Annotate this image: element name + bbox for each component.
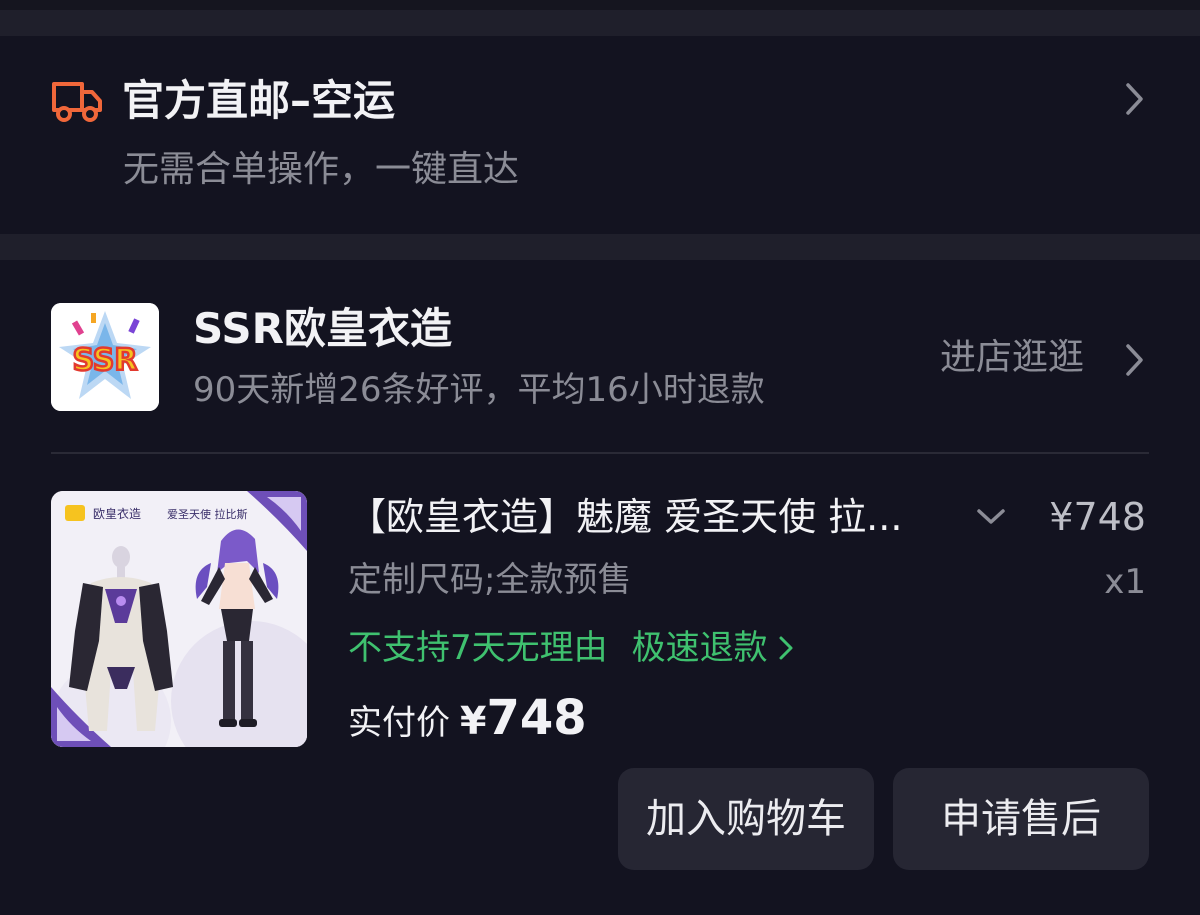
product-title[interactable]: 【欧皇衣造】魅魔 爱圣天使 拉... — [348, 490, 948, 544]
chevron-right-icon — [779, 636, 793, 660]
product-price: ¥748 — [1049, 495, 1146, 539]
add-to-cart-button[interactable]: 加入购物车 — [618, 768, 874, 870]
policy-row[interactable]: 不支持7天无理由 极速退款 — [348, 624, 794, 672]
after-sales-button[interactable]: 申请售后 — [893, 768, 1149, 870]
shipping-title: 官方直邮–空运 — [122, 76, 396, 125]
store-logo-image: SSR — [51, 303, 159, 411]
product-spec: 定制尺码;全款预售 — [348, 560, 632, 600]
chevron-down-icon[interactable] — [976, 508, 1006, 526]
store-stats: 90天新增26条好评，平均16小时退款 — [193, 370, 765, 410]
truck-icon — [52, 82, 102, 122]
shipping-subtitle: 无需合单操作，一键直达 — [123, 149, 520, 190]
visit-store-link[interactable]: 进店逛逛 — [940, 333, 1084, 383]
paid-price: 实付价 ¥748 — [348, 690, 587, 753]
paid-price-label: 实付价 — [348, 703, 450, 743]
store-logo[interactable]: SSR — [51, 303, 159, 411]
chevron-right-icon[interactable] — [1124, 343, 1146, 377]
product-thumbnail[interactable]: 欧皇衣造 爱圣天使 拉比斯 — [51, 491, 307, 747]
svg-text:爱圣天使 拉比斯: 爱圣天使 拉比斯 — [167, 507, 248, 521]
top-strip — [0, 0, 1200, 10]
product-quantity: x1 — [1104, 562, 1146, 602]
return-policy-label: 不支持7天无理由 — [348, 628, 608, 668]
section-gap — [0, 234, 1200, 260]
chevron-right-icon[interactable] — [1124, 82, 1146, 116]
product-image: 欧皇衣造 爱圣天使 拉比斯 — [51, 491, 307, 747]
fast-refund-label: 极速退款 — [631, 628, 768, 668]
store-name[interactable]: SSR欧皇衣造 — [193, 302, 452, 356]
divider — [51, 452, 1149, 454]
svg-text:欧皇衣造: 欧皇衣造 — [93, 506, 141, 521]
shipping-card[interactable] — [0, 36, 1200, 234]
paid-price-amount: 748 — [486, 690, 587, 746]
paid-price-currency: ¥ — [460, 699, 487, 743]
section-gap — [0, 10, 1200, 36]
svg-text:SSR: SSR — [73, 343, 138, 378]
